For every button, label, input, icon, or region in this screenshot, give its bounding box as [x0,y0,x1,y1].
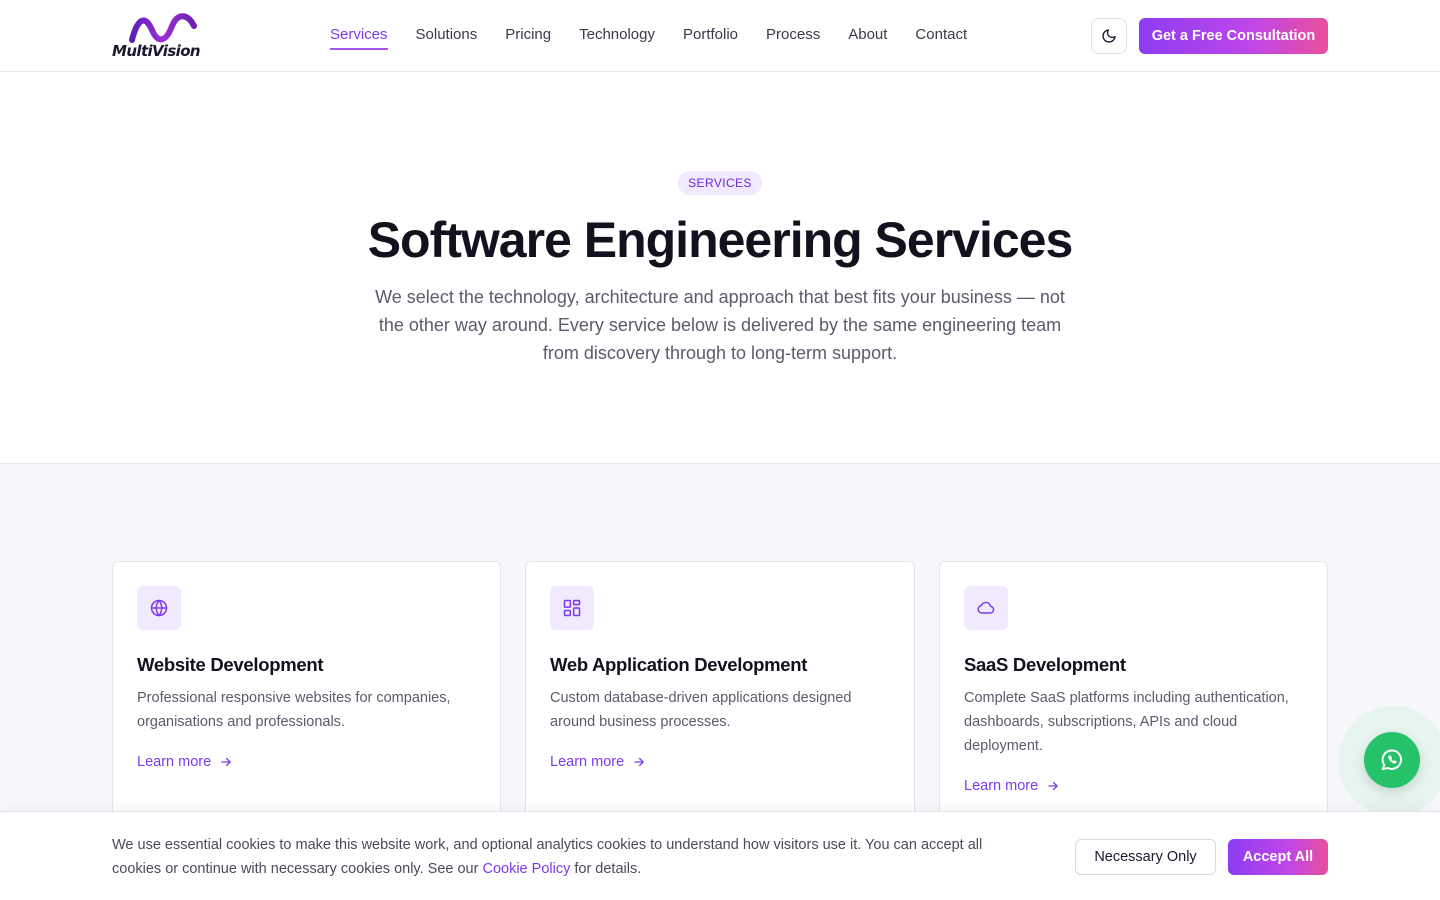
whatsapp-icon [1381,749,1402,771]
hero-section: SERVICES Software Engineering Services W… [0,73,1440,463]
nav-item-about[interactable]: About [848,26,887,50]
nav-item-contact[interactable]: Contact [915,26,967,50]
learn-more-label: Learn more [550,754,625,770]
nav-item-technology[interactable]: Technology [579,26,655,50]
learn-more-link[interactable]: Learn more [964,778,1060,794]
nav-item-pricing[interactable]: Pricing [505,26,551,50]
card-description: Professional responsive websites for com… [137,690,451,730]
grid-icon [563,599,581,617]
arrow-right-icon [221,757,231,767]
whatsapp-button[interactable] [1364,732,1420,788]
learn-more-link[interactable]: Learn more [137,754,233,770]
card-icon-wrap [137,586,181,630]
theme-toggle-button[interactable] [1091,18,1127,54]
nav-item-services[interactable]: Services [330,26,388,50]
cookie-banner: We use essential cookies to make this we… [0,811,1440,900]
arrow-right-icon [634,757,644,767]
nav-item-solutions[interactable]: Solutions [416,26,478,50]
learn-more-link[interactable]: Learn more [550,754,646,770]
section-badge: SERVICES [678,171,762,195]
card-title: SaaS Development [964,654,1126,675]
cookie-policy-link[interactable]: Cookie Policy [482,861,570,877]
brand-logo[interactable]: MultiVision [112,12,222,62]
nav-item-portfolio[interactable]: Portfolio [683,26,738,50]
moon-icon [1102,29,1116,43]
free-consultation-button[interactable]: Get a Free Consultation [1139,18,1328,54]
accept-all-button[interactable]: Accept All [1228,839,1328,875]
card-title: Web Application Development [550,654,808,675]
main-nav: Services Solutions Pricing Technology Po… [330,26,995,50]
wave-logo-icon [129,13,197,43]
necessary-only-button[interactable]: Necessary Only [1075,839,1216,875]
card-icon-wrap [964,586,1008,630]
page-title: Software Engineering Services [367,212,1074,268]
brand-name: MultiVision [112,42,201,60]
card-icon-wrap [550,586,594,630]
page-subtitle: We select the technology, architecture a… [375,287,1065,363]
card-title: Website Development [137,654,324,675]
cookie-message: We use essential cookies to make this we… [112,833,1032,881]
site-header: MultiVision Services Solutions Pricing T… [0,0,1440,72]
card-description: Complete SaaS platforms including authen… [964,690,1289,754]
nav-item-process[interactable]: Process [766,26,820,50]
cloud-icon [977,601,995,614]
arrow-right-icon [1048,781,1058,791]
globe-icon [150,599,168,617]
cookie-text-after: for details. [570,861,642,877]
card-description: Custom database-driven applications desi… [550,690,852,730]
learn-more-label: Learn more [964,778,1039,794]
learn-more-label: Learn more [137,754,212,770]
